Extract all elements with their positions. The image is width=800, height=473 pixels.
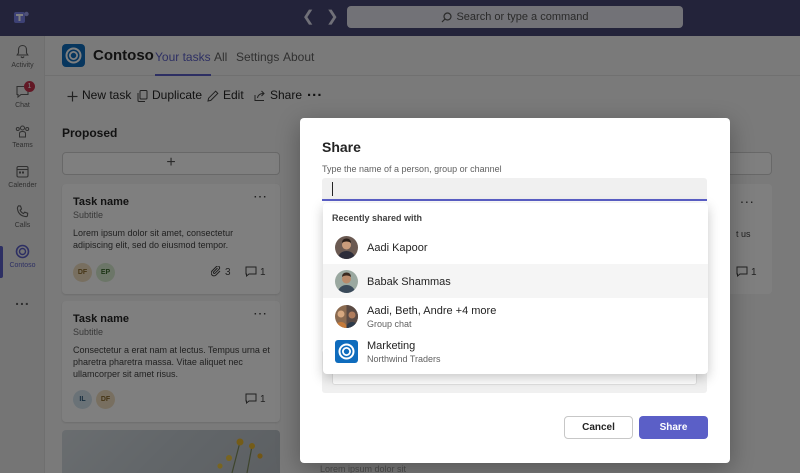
suggestion-item[interactable]: Marketing Northwind Traders [323,334,708,370]
group-avatar-icon [335,305,358,328]
dropdown-heading: Recently shared with [332,213,423,223]
dialog-title: Share [322,139,361,155]
suggestion-name: Aadi, Beth, Andre +4 more [367,305,497,317]
suggestion-name: Marketing [367,340,416,352]
suggestion-subtitle: Group chat [367,319,412,329]
cancel-button[interactable]: Cancel [564,416,633,439]
suggestions-dropdown: Recently shared with Aadi Kapoor Babak S… [323,203,708,374]
suggestion-name: Babak Shammas [367,276,451,288]
share-input-label: Type the name of a person, group or chan… [322,164,502,174]
person-avatar-icon [335,236,358,259]
person-avatar-icon [335,270,358,293]
share-button[interactable]: Share [639,416,708,439]
text-caret [332,182,333,196]
share-search-input[interactable] [322,178,707,201]
background-text: Lorem ipsum dolor sit [320,464,407,473]
suggestion-item[interactable]: Babak Shammas [323,264,708,298]
channel-logo-icon [335,340,358,363]
suggestion-subtitle: Northwind Traders [367,354,441,364]
suggestion-item[interactable]: Aadi, Beth, Andre +4 more Group chat [323,298,708,334]
suggestion-name: Aadi Kapoor [367,242,428,254]
suggestion-item[interactable]: Aadi Kapoor [323,230,708,264]
